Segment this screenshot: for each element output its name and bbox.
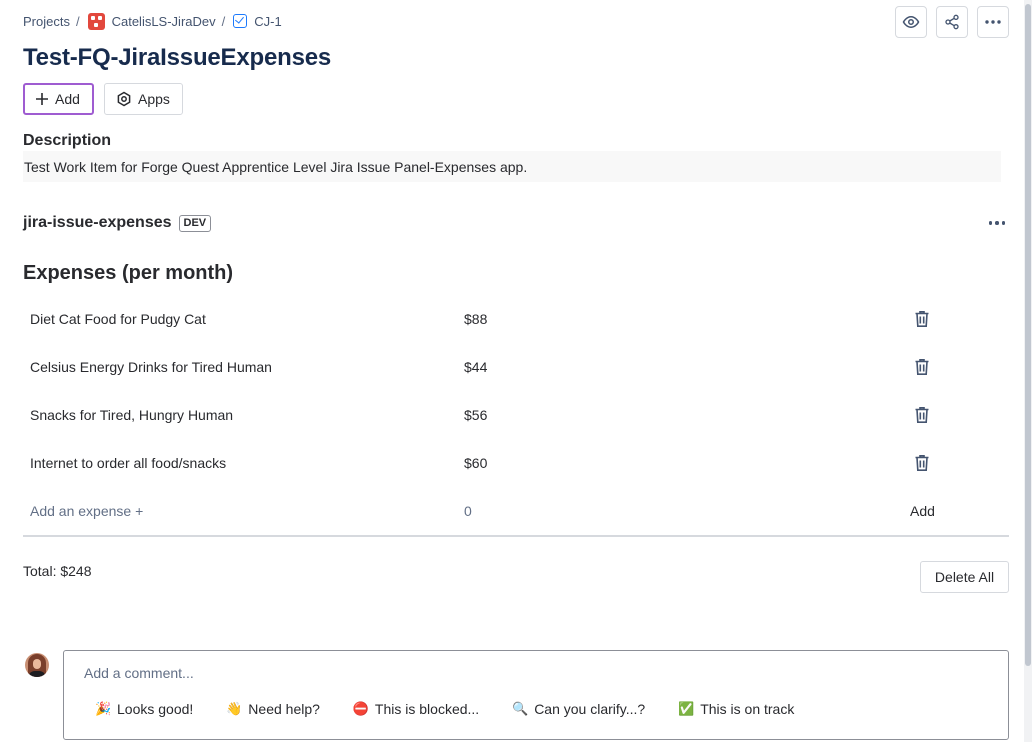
magnifier-icon: 🔍 [512,701,529,716]
share-icon [945,14,959,30]
delete-all-button[interactable]: Delete All [920,561,1009,593]
expense-name: Celsius Energy Drinks for Tired Human [30,359,272,375]
app-panel-header: jira-issue-expenses DEV [23,214,212,232]
more-icon [988,221,993,225]
app-name: jira-issue-expenses [23,214,172,231]
breadcrumb-issue-key: CJ-1 [254,13,282,29]
expense-amount: $56 [464,407,488,423]
quick-reply-clarify[interactable]: 🔍 Can you clarify...? [512,701,645,717]
apps-icon [117,91,131,107]
expenses-heading: Expenses (per month) [23,262,234,284]
scrollbar[interactable] [1024,0,1032,742]
breadcrumb-projects[interactable]: Projects [23,14,70,29]
watch-button[interactable] [895,6,927,38]
quick-replies: 🎉 Looks good! 👋 Need help? ⛔ This is blocke… [95,701,827,717]
quick-reply-label: Need help? [248,701,320,717]
expense-name: Internet to order all food/snacks [30,455,227,471]
issue-type-task-icon [233,14,248,28]
expense-row: Diet Cat Food for Pudgy Cat $88 [23,295,1009,343]
issue-actions [895,6,1009,38]
avatar [25,653,49,677]
quick-reply-label: This is blocked... [374,701,480,717]
share-button[interactable] [936,6,968,38]
plus-icon [36,93,48,105]
new-expense-name-input[interactable]: Add an expense + [30,503,143,519]
quick-reply-label: Can you clarify...? [534,701,646,717]
new-expense-amount-input[interactable]: 0 [464,503,472,519]
no-entry-icon: ⛔ [352,701,370,716]
quick-reply-need-help[interactable]: 👋 Need help? [226,701,320,717]
trash-icon[interactable] [914,358,930,376]
quick-reply-looks-good[interactable]: 🎉 Looks good! [95,701,193,717]
breadcrumb-project[interactable]: CatelisLS-JiraDev [87,12,216,30]
trash-icon[interactable] [914,310,930,328]
scrollbar-thumb[interactable] [1025,4,1031,666]
trash-icon[interactable] [914,454,930,472]
breadcrumb: Projects / CatelisLS-JiraDev / CJ-1 [23,12,282,30]
description-heading: Description [23,132,112,149]
check-mark-icon: ✅ [678,701,695,716]
quick-reply-label: This is on track [700,701,795,717]
expense-amount: $88 [464,311,488,327]
expense-row: Snacks for Tired, Hungry Human $56 [23,391,1009,439]
breadcrumb-separator: / [75,13,80,29]
trash-icon[interactable] [914,406,930,424]
add-button[interactable]: Add [23,83,94,115]
eye-icon [902,15,920,29]
expense-amount: $60 [464,455,488,471]
new-expense-row: Add an expense + 0 Add [23,487,1009,535]
breadcrumb-issue[interactable]: CJ-1 [233,13,282,29]
more-icon [985,20,1001,24]
expenses-total: Total: $248 [23,563,92,579]
apps-button-label: Apps [138,91,170,107]
quick-reply-label: Looks good! [117,701,194,717]
add-expense-button[interactable]: Add [910,503,935,519]
page-title: Test-FQ-JiraIssueExpenses [23,44,332,71]
comment-editor[interactable]: Add a comment... 🎉 Looks good! 👋 Need help… [63,650,1009,740]
expense-row: Celsius Energy Drinks for Tired Human $4… [23,343,1009,391]
expense-amount: $44 [464,359,488,375]
add-button-label: Add [55,91,80,107]
comment-input[interactable]: Add a comment... [84,665,194,681]
expense-name: Snacks for Tired, Hungry Human [30,407,234,423]
project-logo-icon [87,12,105,30]
quick-reply-on-track[interactable]: ✅ This is on track [678,701,794,717]
party-popper-icon: 🎉 [95,701,112,716]
breadcrumb-project-label: CatelisLS-JiraDev [111,13,216,29]
divider [23,535,1009,537]
app-panel-more-button[interactable] [987,214,1007,232]
breadcrumb-separator: / [221,13,226,29]
expense-row: Internet to order all food/snacks $60 [23,439,1009,487]
environment-badge: DEV [178,214,212,232]
description-field[interactable]: Test Work Item for Forge Quest Apprentic… [23,151,1001,182]
expense-name: Diet Cat Food for Pudgy Cat [30,311,206,327]
quick-reply-blocked[interactable]: ⛔ This is blocked... [353,701,479,717]
waving-hand-icon: 👋 [226,701,243,716]
apps-button[interactable]: Apps [104,83,183,115]
more-actions-button[interactable] [977,6,1009,38]
